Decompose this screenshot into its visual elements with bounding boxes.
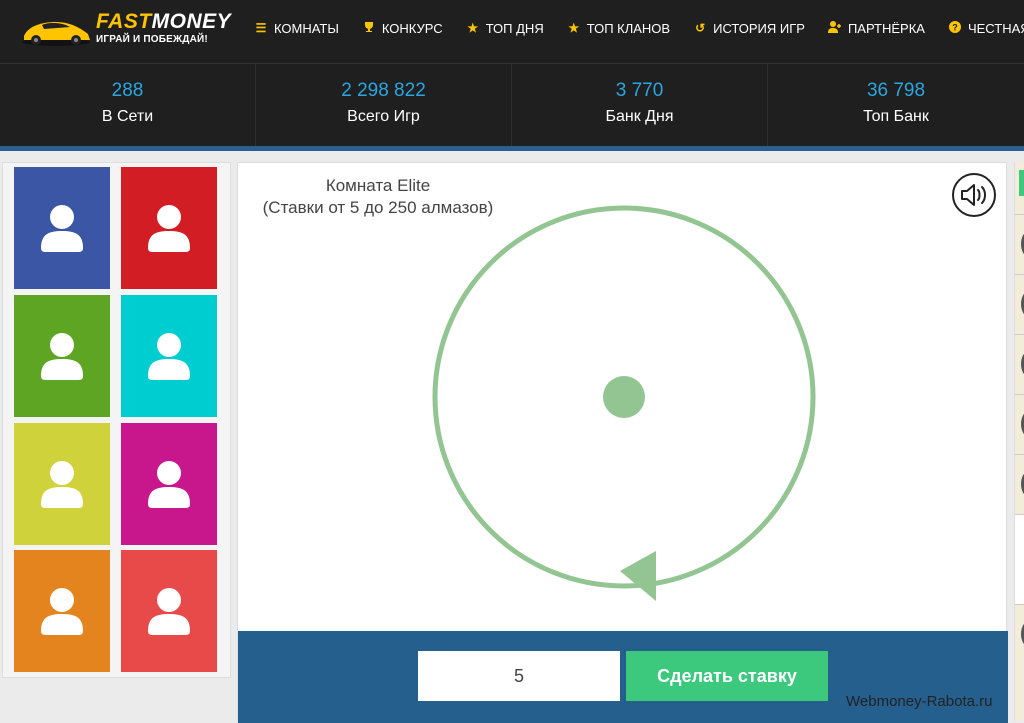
stat-label: Банк Дня	[605, 108, 674, 125]
player-slot[interactable]	[121, 167, 217, 289]
user-avatar-icon	[148, 333, 190, 380]
game-room-panel: Комната Elite (Ставки от 5 до 250 алмазо…	[237, 162, 1008, 723]
nav-label: ЧЕСТНАЯ	[967, 20, 1024, 36]
main-nav: ☰ КОМНАТЫ КОНКУРС ★ ТОП ДНЯ ★ ТОП КЛАНОВ…	[254, 0, 1024, 56]
nav-label: ИСТОРИЯ ИГР	[713, 20, 805, 36]
user-avatar-icon	[148, 588, 190, 635]
place-bet-button[interactable]: Сделать ставку	[626, 651, 828, 701]
wheel-center	[603, 376, 645, 418]
divider	[0, 146, 1024, 151]
list-item	[1015, 214, 1024, 272]
bet-amount-input[interactable]	[418, 651, 620, 701]
nav-item-top-clans[interactable]: ★ ТОП КЛАНОВ	[567, 21, 670, 36]
right-sidebar	[1014, 162, 1024, 721]
player-slot[interactable]	[14, 295, 110, 417]
logo-subtitle: ИГРАЙ И ПОБЕЖДАЙ!	[96, 34, 208, 45]
trophy-icon	[362, 21, 376, 36]
nav-label: ТОП КЛАНОВ	[586, 20, 671, 36]
stat-top-bank: 36 798 Топ Банк	[768, 64, 1024, 146]
stat-label: Топ Банк	[863, 108, 929, 125]
room-name: Комната Elite	[325, 176, 431, 195]
site-logo[interactable]: FASTMONEY ИГРАЙ И ПОБЕЖДАЙ!	[20, 8, 231, 56]
nav-label: ПАРТНЁРКА	[847, 20, 925, 36]
list-item	[1015, 274, 1024, 332]
wheel-arrow-icon	[620, 551, 656, 601]
nav-item-contest[interactable]: КОНКУРС	[362, 21, 443, 36]
player-slots-panel	[2, 162, 231, 678]
stat-value: 3 770	[615, 80, 664, 101]
nav-item-partner[interactable]: ПАРТНЁРКА	[827, 20, 925, 36]
nav-label: ТОП ДНЯ	[485, 20, 544, 36]
nav-item-fair[interactable]: ? ЧЕСТНАЯ	[948, 20, 1024, 36]
sports-car-logo-icon	[22, 22, 90, 46]
list-item	[1015, 394, 1024, 452]
user-avatar-icon	[148, 205, 190, 252]
svg-text:?: ?	[952, 22, 958, 32]
stat-label: Всего Игр	[347, 108, 420, 125]
logo-title: FASTMONEY	[96, 10, 232, 33]
stat-total-games: 2 298 822 Всего Игр	[256, 64, 512, 146]
list-item	[1015, 514, 1024, 604]
stat-online: 288 В Сети	[0, 64, 256, 146]
stat-value: 2 298 822	[341, 80, 426, 101]
stat-value: 36 798	[866, 80, 926, 101]
stats-bar: 288 В Сети 2 298 822 Всего Игр 3 770 Бан…	[0, 64, 1024, 146]
nav-label: КОНКУРС	[381, 20, 443, 36]
star-icon: ★	[568, 21, 580, 35]
list-item	[1015, 454, 1024, 512]
nav-item-game-history[interactable]: ↺ ИСТОРИЯ ИГР	[693, 21, 805, 36]
star-icon: ★	[467, 21, 479, 35]
menu-icon: ☰	[255, 21, 267, 35]
user-avatar-icon	[41, 461, 83, 508]
history-icon: ↺	[695, 21, 706, 35]
player-slot[interactable]	[121, 550, 217, 672]
list-item	[1015, 334, 1024, 392]
stat-value: 288	[111, 80, 144, 101]
watermark: Webmoney-Rabota.ru	[846, 693, 993, 710]
player-slot[interactable]	[14, 423, 110, 545]
nav-item-top-day[interactable]: ★ ТОП ДНЯ	[466, 20, 544, 36]
sound-toggle-button[interactable]	[952, 173, 996, 217]
list-item	[1015, 604, 1024, 662]
question-icon: ?	[948, 20, 962, 36]
user-avatar-icon	[41, 205, 83, 252]
sidebar-tab[interactable]	[1019, 170, 1024, 196]
player-slot[interactable]	[121, 295, 217, 417]
nav-item-rooms[interactable]: ☰ КОМНАТЫ	[254, 21, 339, 36]
nav-label: КОМНАТЫ	[274, 20, 339, 36]
user-avatar-icon	[41, 333, 83, 380]
user-avatar-icon	[148, 461, 190, 508]
speaker-icon	[961, 184, 986, 206]
stat-bank-day: 3 770 Банк Дня	[512, 64, 768, 146]
stat-label: В Сети	[101, 108, 154, 125]
user-avatar-icon	[41, 588, 83, 635]
player-slot[interactable]	[14, 167, 110, 289]
player-slot[interactable]	[14, 550, 110, 672]
roulette-wheel	[432, 205, 816, 601]
top-navigation-bar: FASTMONEY ИГРАЙ И ПОБЕЖДАЙ! ☰ КОМНАТЫ КО…	[0, 0, 1024, 64]
user-plus-icon	[827, 20, 842, 36]
player-slot[interactable]	[121, 423, 217, 545]
